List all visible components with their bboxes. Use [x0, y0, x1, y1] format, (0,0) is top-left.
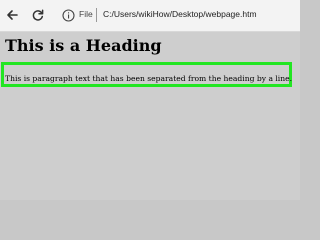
refresh-button[interactable] [28, 5, 48, 25]
address-scheme-label: File [79, 9, 93, 19]
address-separator [96, 8, 97, 22]
back-button[interactable] [2, 5, 22, 25]
paragraph-text: This is paragraph text that has been sep… [5, 74, 293, 83]
info-icon [61, 8, 75, 22]
arrow-left-icon [7, 10, 18, 20]
site-info-button[interactable] [60, 7, 76, 23]
page-content [0, 32, 300, 200]
refresh-icon [32, 9, 44, 21]
browser-toolbar: File C:/Users/wikiHow/Desktop/webpage.ht… [0, 0, 300, 32]
page-heading: This is a Heading [5, 36, 162, 55]
address-bar-url[interactable]: C:/Users/wikiHow/Desktop/webpage.htm [103, 9, 257, 19]
